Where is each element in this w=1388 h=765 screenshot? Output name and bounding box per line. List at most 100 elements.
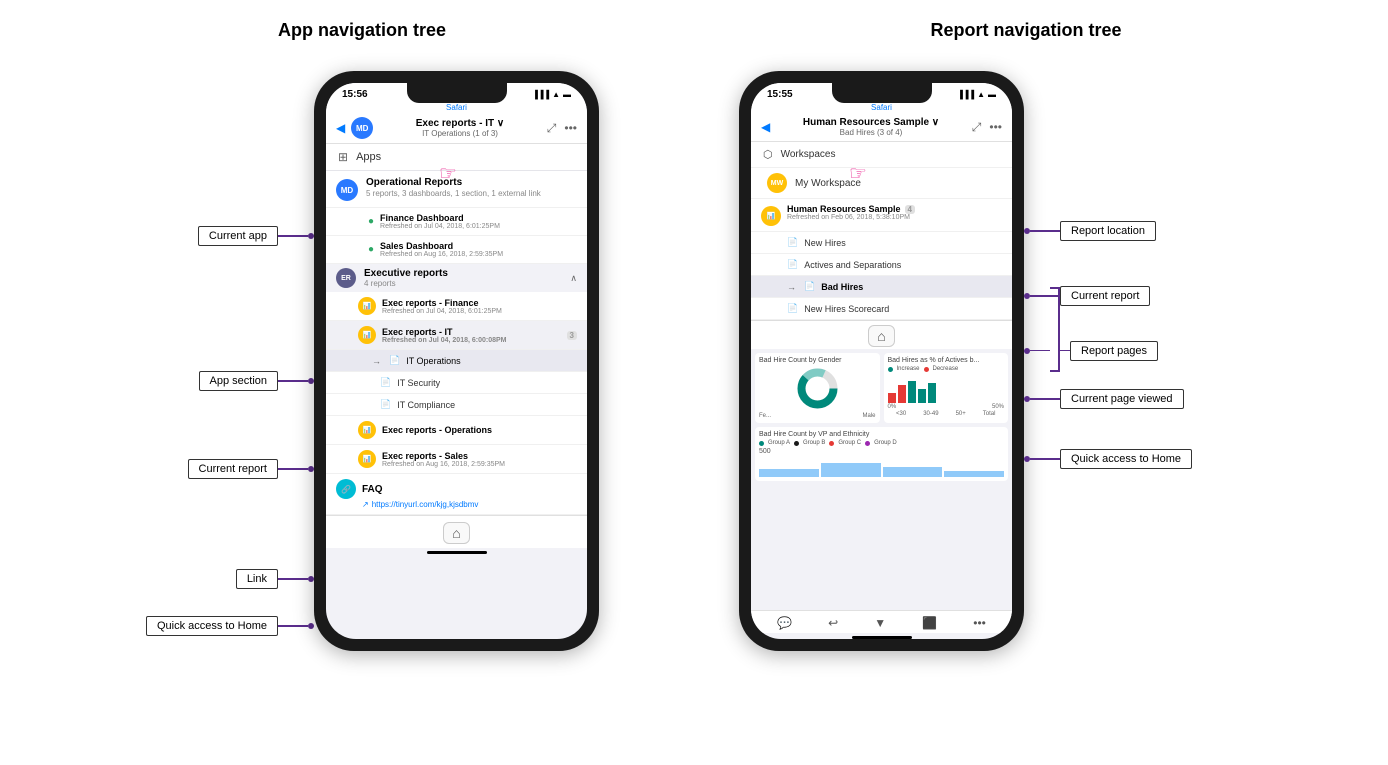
- home-button-right[interactable]: ⌂: [868, 325, 894, 347]
- label-total: Total: [983, 411, 996, 417]
- page-icon-bad-hires: 📄: [804, 281, 815, 292]
- page-scorecard[interactable]: 📄 New Hires Scorecard: [751, 298, 1012, 320]
- bar-4: [918, 389, 926, 403]
- bar-c3-1: [759, 469, 819, 477]
- status-time-left: 15:56: [342, 89, 368, 100]
- annotation-quick-home-left: Quick access to Home: [146, 616, 314, 636]
- it-operations-item[interactable]: → 📄 IT Operations: [326, 350, 587, 372]
- exec-section-header[interactable]: ER Executive reports 4 reports ∧: [326, 264, 587, 292]
- workspaces-row[interactable]: ⬡ Workspaces: [751, 142, 1012, 168]
- finance-dash-title: Finance Dashboard: [380, 213, 577, 223]
- safari-label-left: Safari: [326, 102, 587, 113]
- workspaces-icon: ⬡: [763, 148, 773, 161]
- bar-3: [908, 381, 916, 403]
- page-icon-security: 📄: [380, 377, 391, 388]
- exec-sales-title: Exec reports - Sales: [382, 451, 577, 461]
- my-workspace-row[interactable]: MW My Workspace: [751, 168, 1012, 199]
- expand-icon-right[interactable]: ⤢: [972, 120, 982, 135]
- status-icons-right: ▐▐▐ ▲ ▬: [957, 90, 996, 99]
- finance-dash-item[interactable]: ● Finance Dashboard Refreshed on Jul 04,…: [326, 208, 587, 236]
- cursor-hand-right: ☞: [849, 161, 867, 186]
- filter-icon[interactable]: ▼: [874, 616, 886, 630]
- nav-title-left: Exec reports - IT ∨: [416, 118, 504, 129]
- groupB-label: Group B: [803, 440, 825, 446]
- it-security-item[interactable]: 📄 IT Security: [326, 372, 587, 394]
- page-bad-hires[interactable]: → 📄 Bad Hires: [751, 276, 1012, 298]
- exec-ops-avatar: 📊: [358, 421, 376, 439]
- annotation-current-report-left: Current report: [188, 459, 314, 479]
- bar-c3-2: [821, 463, 881, 477]
- nav-subtitle-right: Bad Hires (3 of 4): [840, 128, 903, 137]
- nav-title-area-right: Human Resources Sample ∨ Bad Hires (3 of…: [776, 117, 966, 137]
- signal-icon-right: ▐▐▐: [957, 90, 974, 99]
- groupC-label: Group C: [838, 440, 861, 446]
- layout-icon[interactable]: ⬛: [922, 616, 937, 630]
- page-icon-new-hires: 📄: [787, 237, 798, 248]
- finance-dash-subtitle: Refreshed on Jul 04, 2018, 6:01:25PM: [380, 223, 577, 230]
- comment-icon[interactable]: 💬: [777, 616, 792, 630]
- nav-back-right[interactable]: ◀: [761, 120, 770, 134]
- exec-it-item[interactable]: 📊 Exec reports - IT Refreshed on Jul 04,…: [326, 321, 587, 350]
- decrease-dot: [924, 367, 929, 372]
- chart2-title: Bad Hires as % of Actives b...: [888, 357, 1005, 364]
- nav-back-left[interactable]: ◀: [336, 121, 345, 135]
- status-icons-left: ▐▐▐ ▲ ▬: [532, 90, 571, 99]
- page-icon-actives: 📄: [787, 259, 798, 270]
- home-button-left[interactable]: ⌂: [443, 522, 469, 544]
- page-icon-scorecard: 📄: [787, 303, 798, 314]
- right-phone-frame: 15:55 ▐▐▐ ▲ ▬ Safari ◀ Human Resources S…: [739, 71, 1024, 651]
- annotation-current-page: Current page viewed: [1024, 389, 1184, 409]
- left-phone-screen: 15:56 ▐▐▐ ▲ ▬ Safari ◀ MD: [326, 83, 587, 639]
- home-indicator-right: [852, 636, 912, 639]
- label-male: Male: [862, 413, 875, 419]
- chart1-title: Bad Hire Count by Gender: [759, 357, 876, 364]
- bottom-toolbar-right: 💬 ↩ ▼ ⬛ •••: [751, 610, 1012, 633]
- exec-operations-item[interactable]: 📊 Exec reports - Operations: [326, 416, 587, 445]
- faq-link[interactable]: ↗ https://tinyurl.com/kjg,kjsdbmv: [336, 500, 577, 509]
- sales-dash-title: Sales Dashboard: [380, 241, 577, 251]
- exec-it-title: Exec reports - IT: [382, 327, 561, 337]
- external-link-icon: ↗: [362, 500, 369, 509]
- it-compliance-label: IT Compliance: [397, 400, 455, 410]
- scorecard-label: New Hires Scorecard: [804, 304, 889, 314]
- section-collapse-icon[interactable]: ∧: [570, 273, 577, 284]
- more-icon-left[interactable]: •••: [564, 121, 577, 135]
- nav-actions-left: ⤢ •••: [547, 121, 577, 136]
- wifi-icon-left: ▲: [552, 90, 560, 99]
- op-reports-avatar: MD: [336, 179, 358, 201]
- sales-dash-item[interactable]: ● Sales Dashboard Refreshed on Aug 16, 2…: [326, 236, 587, 264]
- more-icon-right[interactable]: •••: [989, 120, 1002, 134]
- apps-grid-icon: ⊞: [338, 150, 348, 164]
- it-security-label: IT Security: [397, 378, 440, 388]
- phone-notch-left: [407, 83, 507, 103]
- arrow-current-page: →: [787, 282, 796, 292]
- page-icon-operations: 📄: [389, 355, 400, 366]
- groupA-label: Group A: [768, 440, 790, 446]
- exec-ops-title: Exec reports - Operations: [382, 425, 492, 435]
- faq-item[interactable]: 🔗 FAQ ↗ https://tinyurl.com/kjg,kjsdbmv: [326, 474, 587, 515]
- undo-icon[interactable]: ↩: [828, 616, 838, 630]
- exec-finance-item[interactable]: 📊 Exec reports - Finance Refreshed on Ju…: [326, 292, 587, 321]
- left-section-title: App navigation tree: [278, 20, 446, 40]
- it-compliance-item[interactable]: 📄 IT Compliance: [326, 394, 587, 416]
- page-new-hires[interactable]: 📄 New Hires: [751, 232, 1012, 254]
- chart-box-2: Bad Hires as % of Actives b... Increase …: [884, 353, 1009, 423]
- hr-report-item[interactable]: 📊 Human Resources Sample 4 Refreshed on …: [751, 199, 1012, 232]
- bar-5: [928, 383, 936, 403]
- exec-sales-item[interactable]: 📊 Exec reports - Sales Refreshed on Aug …: [326, 445, 587, 474]
- cursor-hand-left: ☞: [439, 161, 457, 186]
- more-toolbar-icon[interactable]: •••: [973, 616, 986, 630]
- bar-2: [898, 385, 906, 403]
- annotation-current-app: Current app: [198, 226, 314, 246]
- page-icon-compliance: 📄: [380, 399, 391, 410]
- right-section-title: Report navigation tree: [930, 20, 1121, 40]
- expand-icon-left[interactable]: ⤢: [547, 121, 557, 136]
- label-age-3049: 30-49: [923, 411, 938, 417]
- faq-avatar: 🔗: [336, 479, 356, 499]
- exec-finance-subtitle: Refreshed on Jul 04, 2018, 6:01:25PM: [382, 308, 577, 315]
- label-female: Fe...: [759, 413, 771, 419]
- home-indicator-left: [427, 551, 487, 554]
- bottom-bar-left: ⌂: [326, 515, 587, 548]
- op-reports-title: Operational Reports: [366, 177, 577, 188]
- page-actives[interactable]: 📄 Actives and Separations: [751, 254, 1012, 276]
